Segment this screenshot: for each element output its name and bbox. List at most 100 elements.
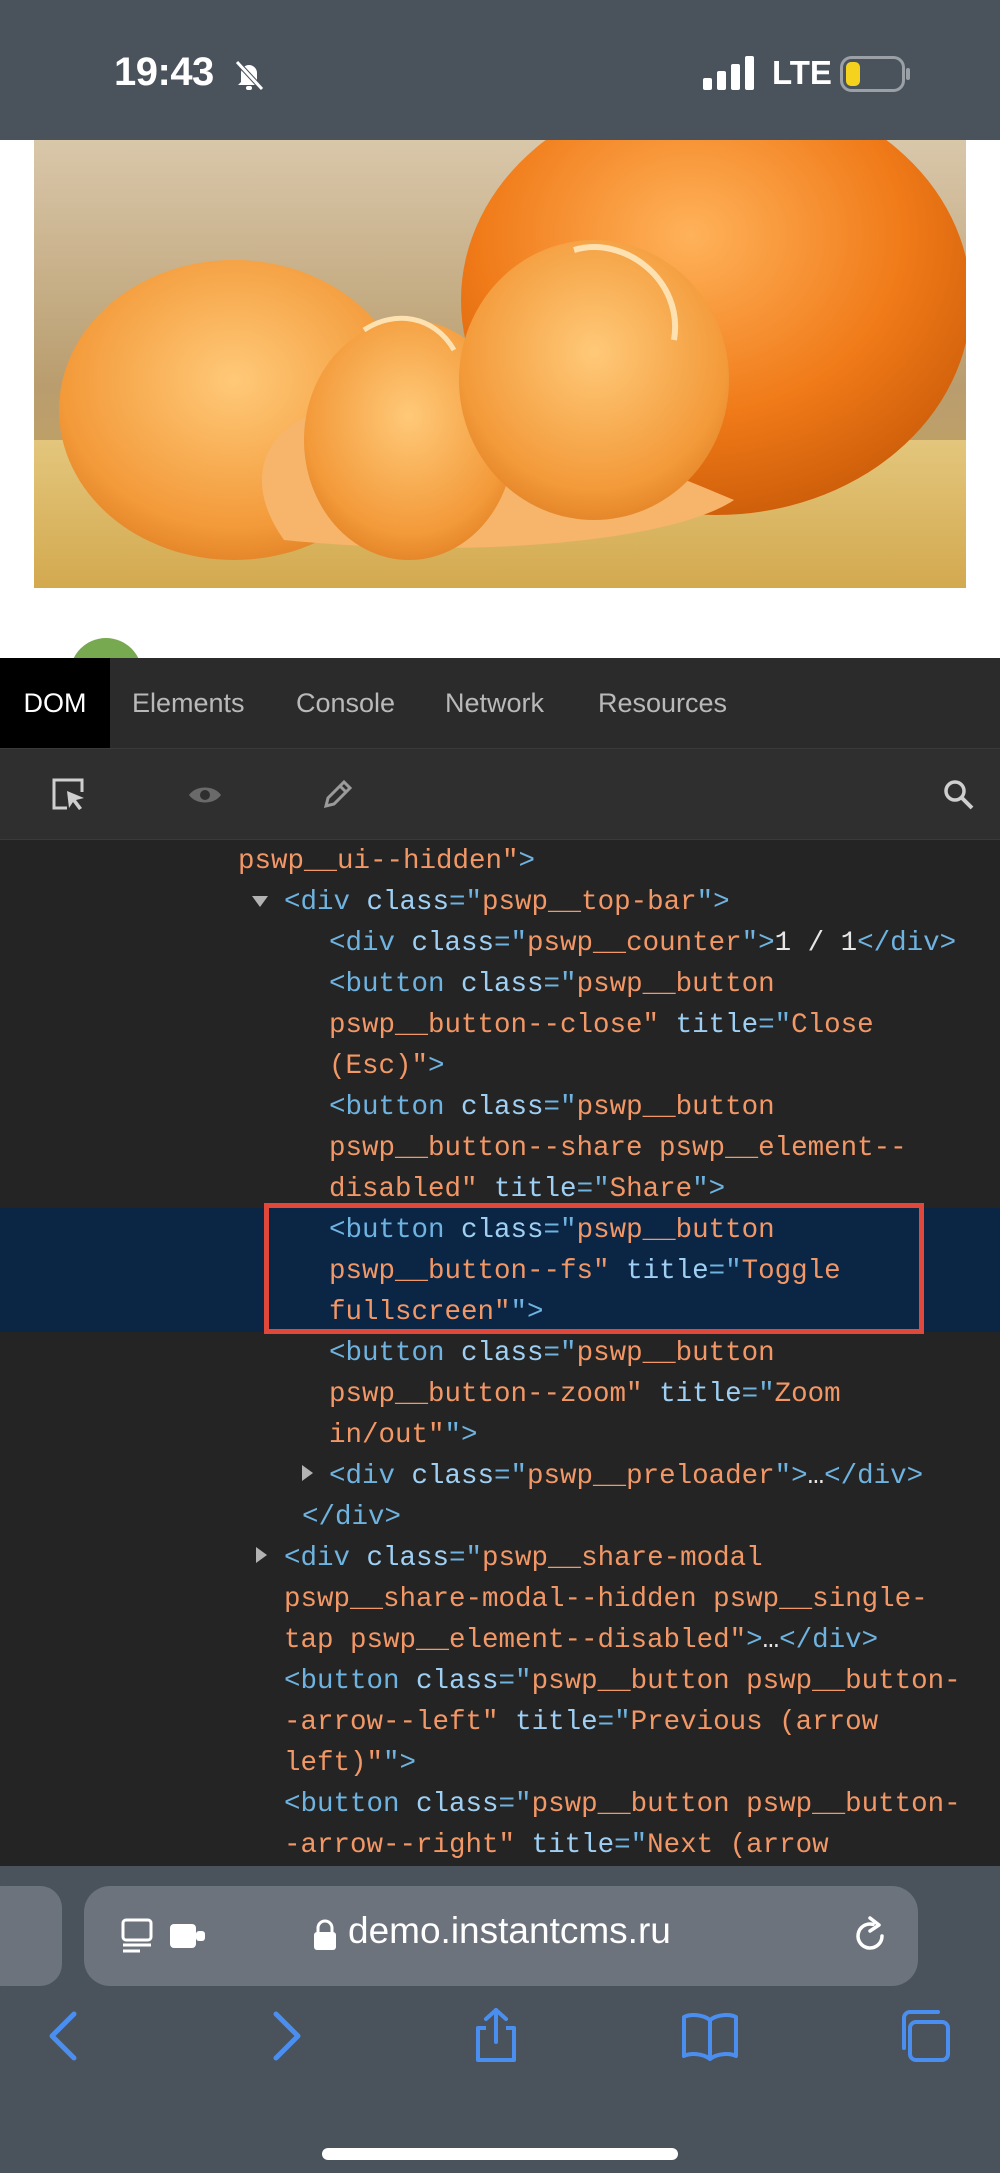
tab-resources[interactable]: Resources [598, 658, 727, 748]
dom-line[interactable]: pswp__button--zoom" title="Zoom [0, 1374, 1000, 1415]
bookmarks-icon[interactable] [680, 2006, 740, 2066]
dom-token: class [366, 1543, 450, 1574]
dom-line[interactable]: <div class="pswp__top-bar"> [0, 882, 1000, 923]
dom-line[interactable]: <button class="pswp__button [0, 1333, 1000, 1374]
select-element-icon[interactable] [50, 776, 88, 814]
address-bar[interactable]: demo.instantcms.ru [84, 1886, 918, 1986]
dom-line[interactable]: pswp__button--share pswp__element-- [0, 1128, 1000, 1169]
dom-token: "> [741, 928, 775, 959]
dom-token: pswp__button pswp__button- [531, 1789, 961, 1820]
dom-token: class [411, 928, 495, 959]
dom-token [515, 1830, 532, 1861]
dom-token: pswp__share-modal--hidden pswp__single- [284, 1584, 928, 1615]
dom-token: (Esc)" [329, 1051, 429, 1082]
extensions-icon[interactable] [168, 1918, 208, 1954]
dom-token: pswp__button [576, 969, 775, 1000]
dom-token: =" [498, 1666, 532, 1697]
tab-dom[interactable]: DOM [0, 658, 110, 748]
dom-token: Share [609, 1174, 693, 1205]
dom-token: pswp__preloader [527, 1461, 775, 1492]
dom-token: =" [614, 1830, 648, 1861]
dom-line[interactable]: -arrow--left" title="Previous (arrow [0, 1702, 1000, 1743]
dom-token: pswp__button [576, 1092, 775, 1123]
dom-token: <button [284, 1789, 417, 1820]
dom-token: =" [741, 1379, 775, 1410]
dom-token: <button [329, 969, 462, 1000]
previous-tab-pill[interactable] [0, 1886, 62, 1986]
dom-line[interactable]: <div class="pswp__share-modal [0, 1538, 1000, 1579]
dom-token [499, 1707, 516, 1738]
dom-token: Zoom [774, 1379, 841, 1410]
dom-token [643, 1379, 660, 1410]
dom-token: … [807, 1461, 825, 1492]
cell-signal-icon [703, 56, 754, 90]
dom-token: disabled" [329, 1174, 478, 1205]
tab-elements[interactable]: Elements [132, 658, 245, 748]
url-text: demo.instantcms.ru [348, 1910, 671, 1951]
dom-token: <div [329, 1461, 412, 1492]
avatar[interactable] [70, 638, 142, 658]
dom-token [659, 1010, 676, 1041]
dom-line[interactable]: left)""> [0, 1743, 1000, 1784]
dom-token: Close [791, 1010, 874, 1041]
dom-line[interactable]: pswp__button--close" title="Close [0, 1005, 1000, 1046]
dom-token: "> [383, 1748, 417, 1779]
dom-token: class [416, 1666, 499, 1697]
dom-token: "> [444, 1420, 478, 1451]
dom-line[interactable]: -arrow--right" title="Next (arrow [0, 1825, 1000, 1865]
dom-token: "> [696, 887, 730, 918]
forward-icon[interactable] [254, 2006, 314, 2066]
dom-line[interactable]: <div class="pswp__preloader">…</div> [0, 1456, 1000, 1497]
back-icon[interactable] [36, 2006, 96, 2066]
dom-token: title [659, 1379, 742, 1410]
dom-line[interactable]: in/out""> [0, 1415, 1000, 1456]
dom-line[interactable]: (Esc)"> [0, 1046, 1000, 1087]
dom-token: pswp__button--close" [329, 1010, 660, 1041]
dom-token: class [461, 1338, 544, 1369]
dom-token: > [518, 846, 536, 877]
dom-line[interactable]: pswp__ui--hidden"> [0, 841, 1000, 882]
silent-bell-icon [235, 60, 264, 91]
dom-line[interactable]: pswp__share-modal--hidden pswp__single- [0, 1579, 1000, 1620]
tab-console[interactable]: Console [296, 658, 395, 748]
dom-token: </div> [824, 1461, 924, 1492]
dom-token: "> [774, 1461, 808, 1492]
dom-line[interactable]: <div class="pswp__counter">1 / 1</div> [0, 923, 1000, 964]
dom-token: <button [329, 1092, 462, 1123]
dom-token: =" [494, 1461, 528, 1492]
dom-line[interactable]: <button class="pswp__button [0, 1087, 1000, 1128]
dom-line[interactable]: tap pswp__element--disabled">…</div> [0, 1620, 1000, 1661]
reload-icon[interactable] [848, 1914, 892, 1958]
lock-icon [314, 1919, 336, 1950]
dom-token: left)" [284, 1748, 384, 1779]
dom-token: -arrow--right" [284, 1830, 516, 1861]
dom-token: <button [284, 1666, 417, 1697]
tab-network[interactable]: Network [445, 658, 544, 748]
pencil-icon[interactable] [318, 776, 356, 814]
dom-token: =" [543, 1338, 577, 1369]
dom-token: class [461, 1092, 544, 1123]
dom-token: pswp__share-modal [482, 1543, 763, 1574]
dom-token: pswp__counter [527, 928, 742, 959]
dom-token: =" [494, 928, 528, 959]
dom-token: title [531, 1830, 615, 1861]
tabs-icon[interactable] [894, 2006, 954, 2066]
dom-token: class [411, 1461, 495, 1492]
share-icon[interactable] [466, 2006, 526, 2066]
dom-token: </div> [779, 1625, 879, 1656]
dom-line[interactable]: <button class="pswp__button pswp__button… [0, 1784, 1000, 1825]
network-type: LTE [772, 54, 832, 91]
home-indicator [322, 2148, 678, 2160]
dom-token: title [515, 1707, 598, 1738]
search-icon[interactable] [940, 776, 978, 814]
eye-icon[interactable] [186, 776, 224, 814]
reader-icon[interactable] [120, 1916, 160, 1956]
battery-icon [840, 56, 910, 92]
dom-token: =" [449, 1543, 483, 1574]
dom-line[interactable]: <button class="pswp__button pswp__button… [0, 1661, 1000, 1702]
dom-line[interactable]: <button class="pswp__button [0, 964, 1000, 1005]
dom-token: =" [498, 1789, 532, 1820]
dom-token: > [746, 1625, 763, 1656]
dom-line[interactable]: </div> [0, 1497, 1000, 1538]
browser-bottom-bar: demo.instantcms.ru [0, 1866, 1000, 2173]
